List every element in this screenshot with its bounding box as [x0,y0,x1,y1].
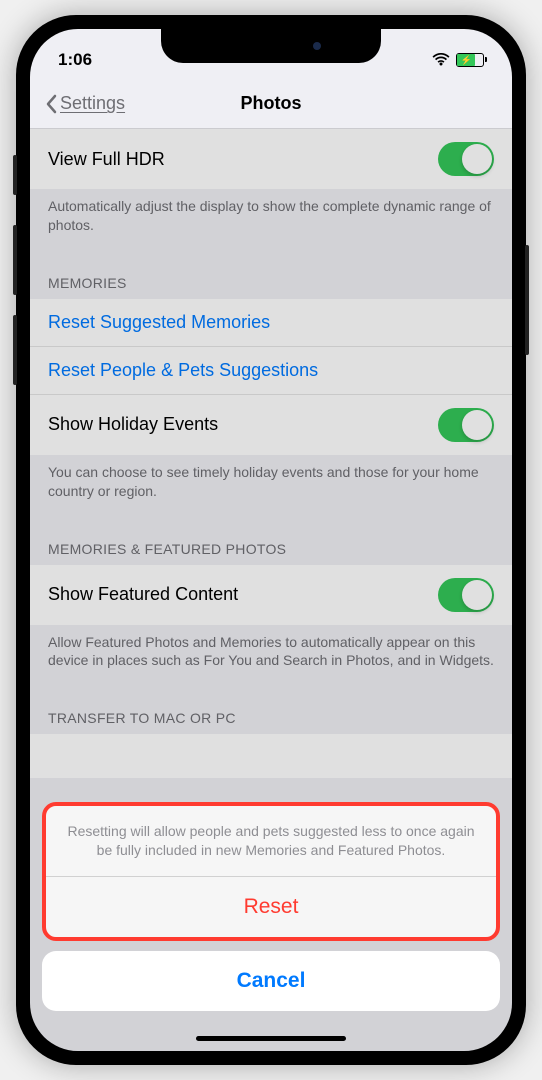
cancel-button[interactable]: Cancel [42,951,500,1011]
toggle-knob [462,410,492,440]
holiday-toggle[interactable] [438,408,494,442]
wifi-icon [432,53,450,67]
volume-down-button [13,315,17,385]
holiday-label: Show Holiday Events [48,414,218,435]
transfer-row[interactable] [30,734,512,778]
featured-header: MEMORIES & FEATURED PHOTOS [30,521,512,565]
show-featured-content-row[interactable]: Show Featured Content [30,565,512,625]
power-button [525,245,529,355]
camera-dot [313,42,321,50]
transfer-header: TRANSFER TO MAC OR PC [30,690,512,734]
page-title: Photos [241,93,302,114]
reset-button[interactable]: Reset [46,877,496,937]
status-icons: ⚡ [384,53,484,67]
memories-header: MEMORIES [30,255,512,299]
screen: 1:06 ⚡ Settings Photos [30,29,512,1051]
action-sheet-message: Resetting will allow people and pets sug… [46,806,496,877]
featured-footer: Allow Featured Photos and Memories to au… [30,625,512,691]
chevron-left-icon [44,94,58,114]
battery-icon: ⚡ [456,53,484,67]
featured-toggle[interactable] [438,578,494,612]
hdr-toggle[interactable] [438,142,494,176]
reset-suggested-label: Reset Suggested Memories [48,312,270,333]
back-button[interactable]: Settings [44,93,125,114]
memories-footer: You can choose to see timely holiday eve… [30,455,512,521]
hdr-footer: Automatically adjust the display to show… [30,189,512,255]
toggle-knob [462,144,492,174]
status-time: 1:06 [58,50,158,70]
notch [161,29,381,63]
navigation-bar: Settings Photos [30,79,512,129]
back-label: Settings [60,93,125,114]
volume-up-button [13,225,17,295]
phone-frame: 1:06 ⚡ Settings Photos [16,15,526,1065]
reset-people-pets-row[interactable]: Reset People & Pets Suggestions [30,347,512,395]
mute-switch [13,155,17,195]
home-indicator[interactable] [196,1036,346,1041]
hdr-label: View Full HDR [48,149,165,170]
view-full-hdr-row[interactable]: View Full HDR [30,129,512,189]
featured-label: Show Featured Content [48,584,238,605]
action-sheet-main: Resetting will allow people and pets sug… [42,802,500,941]
toggle-knob [462,580,492,610]
reset-people-label: Reset People & Pets Suggestions [48,360,318,381]
action-sheet: Resetting will allow people and pets sug… [30,792,512,1051]
reset-suggested-memories-row[interactable]: Reset Suggested Memories [30,299,512,347]
content-area: View Full HDR Automatically adjust the d… [30,129,512,1051]
show-holiday-events-row[interactable]: Show Holiday Events [30,395,512,455]
